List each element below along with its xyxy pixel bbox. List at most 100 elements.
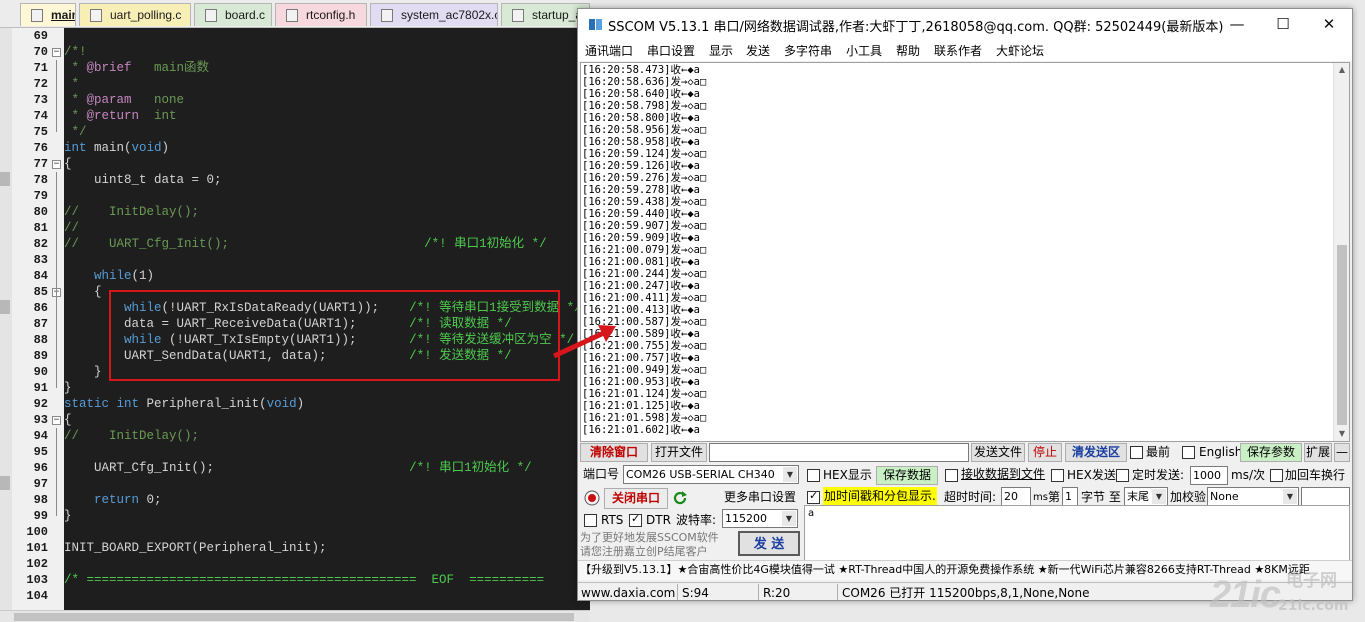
status-website[interactable]: www.daxia.com [578, 584, 678, 600]
timestamp-checkbox[interactable] [807, 489, 820, 504]
menu-tools[interactable]: 小工具 [846, 42, 882, 59]
promo-line-1[interactable]: 为了更好地发展SSCOM软件 [580, 530, 719, 545]
line-number: 90 [33, 365, 48, 379]
dtr-checkbox[interactable] [629, 512, 642, 527]
send-textarea[interactable]: a [804, 505, 1350, 561]
hex-send-label: HEX发送 [1067, 468, 1116, 482]
tab-system-ac7802x-c[interactable]: system_ac7802x.c [370, 3, 498, 26]
interval-input[interactable]: 1000 [1190, 466, 1228, 485]
send-file-button[interactable]: 发送文件 [971, 443, 1025, 462]
scrollbar-thumb[interactable] [1337, 245, 1347, 425]
rts-checkbox[interactable] [584, 514, 597, 527]
code-line: { [64, 413, 72, 427]
code-line: * [64, 77, 80, 91]
save-params-button[interactable]: 保存参数 [1240, 443, 1302, 462]
always-on-top-label: 最前 [1146, 445, 1171, 459]
log-line: [16:21:00.244]发→◇a□ [582, 268, 707, 280]
more-serial-settings-button[interactable]: 更多串口设置 [722, 488, 798, 507]
horizontal-scrollbar[interactable] [0, 610, 590, 622]
file-path-field[interactable] [709, 443, 969, 462]
menu-send[interactable]: 发送 [746, 42, 770, 59]
hex-send-checkbox[interactable] [1051, 469, 1064, 482]
line-number: 104 [26, 589, 48, 603]
byte-range-label: 字节 至 [1081, 490, 1121, 504]
chevron-down-icon: ▼ [782, 511, 796, 526]
collapse-button[interactable]: — [1334, 443, 1350, 462]
save-data-button[interactable]: 保存数据 [876, 466, 938, 485]
promo-line-2[interactable]: 请您注册嘉立创P结尾客户 [580, 544, 708, 559]
clear-window-button[interactable]: 清除窗口 [580, 443, 648, 462]
line-number: 85 [33, 285, 48, 299]
timeout-input[interactable]: 20 [1001, 487, 1031, 506]
log-line: [16:20:59.276]发→◇a□ [582, 172, 707, 184]
recv-to-file-label: 接收数据到文件 [961, 467, 1046, 481]
code-line: * @param none [64, 93, 185, 107]
line-number: 91 [33, 381, 48, 395]
byte-to-select[interactable]: 末尾 ▼ [1124, 487, 1168, 506]
checksum-select[interactable]: None ▼ [1207, 487, 1299, 506]
send-content: a [808, 508, 815, 519]
timeout-label: 超时时间: [944, 490, 997, 504]
refresh-icon[interactable] [672, 490, 688, 506]
timed-send-checkbox[interactable] [1116, 469, 1129, 482]
tab-main-c[interactable]: main.c [20, 3, 76, 26]
port-select[interactable]: COM26 USB-SERIAL CH340 ▼ [623, 465, 799, 484]
fold-toggle-icon[interactable]: − [52, 48, 61, 57]
minimize-button[interactable]: — [1214, 9, 1260, 39]
fold-toggle-icon[interactable]: − [52, 416, 61, 425]
menu-contact-author[interactable]: 联系作者 [934, 42, 982, 59]
open-file-button[interactable]: 打开文件 [651, 443, 707, 462]
crlf-label: 加回车换行 [1285, 468, 1346, 482]
crlf-checkbox[interactable] [1270, 469, 1283, 482]
log-line: [16:20:58.473]收←◆a [582, 64, 700, 76]
checksum-value-field[interactable] [1301, 487, 1350, 506]
menu-help[interactable]: 帮助 [896, 42, 920, 59]
receive-log[interactable]: [16:20:58.473]收←◆a [16:20:58.636]发→◇a□ [16… [580, 62, 1350, 442]
code-line: { [64, 285, 102, 299]
maximize-button[interactable]: ☐ [1260, 9, 1306, 39]
scroll-down-icon[interactable]: ▼ [1334, 427, 1349, 441]
tab-board-c[interactable]: board.c [194, 3, 272, 26]
line-number: 98 [33, 493, 48, 507]
menu-serial-settings[interactable]: 串口设置 [647, 42, 695, 59]
expand-button[interactable]: 扩展 [1304, 443, 1332, 462]
scroll-up-icon[interactable]: ▲ [1334, 63, 1349, 77]
line-number: 69 [33, 29, 48, 43]
byte-from-input[interactable]: 1 [1062, 487, 1078, 506]
port-status-icon [584, 490, 600, 506]
log-line: [16:20:59.438]发→◇a□ [582, 196, 707, 208]
line-number: 86 [33, 301, 48, 315]
menu-multi-string[interactable]: 多字符串 [784, 42, 832, 59]
close-port-button[interactable]: 关闭串口 [604, 488, 668, 509]
code-line: } [64, 381, 72, 395]
menu-forum[interactable]: 大虾论坛 [996, 42, 1044, 59]
english-checkbox[interactable] [1182, 446, 1195, 459]
close-button[interactable]: ✕ [1306, 9, 1352, 39]
baud-select[interactable]: 115200 ▼ [722, 509, 798, 528]
scrollbar-thumb[interactable] [14, 613, 574, 621]
vertical-scrollbar[interactable]: ▲ ▼ [1333, 63, 1349, 441]
recv-to-file-checkbox[interactable] [945, 469, 958, 482]
window-title: SSCOM V5.13.1 串口/网络数据调试器,作者:大虾丁丁,2618058… [608, 20, 1224, 35]
menu-display[interactable]: 显示 [709, 42, 733, 59]
clear-send-button[interactable]: 清发送区 [1065, 443, 1127, 462]
line-number: 82 [33, 237, 48, 251]
fold-toggle-icon[interactable]: − [52, 160, 61, 169]
stop-button[interactable]: 停止 [1028, 443, 1062, 462]
tab-rtconfig-h[interactable]: rtconfig.h [275, 3, 367, 26]
menu-comm-port[interactable]: 通讯端口 [585, 42, 633, 59]
log-line: [16:21:00.411]发→◇a□ [582, 292, 707, 304]
title-bar[interactable]: SSCOM V5.13.1 串口/网络数据调试器,作者:大虾丁丁,2618058… [578, 9, 1352, 39]
hex-display-checkbox[interactable] [807, 469, 820, 482]
log-line: [16:20:59.907]发→◇a□ [582, 220, 707, 232]
line-number: 87 [33, 317, 48, 331]
sscom-window: SSCOM V5.13.1 串口/网络数据调试器,作者:大虾丁丁,2618058… [577, 8, 1353, 601]
line-number: 101 [26, 541, 48, 555]
log-line: [16:20:58.636]发→◇a□ [582, 76, 707, 88]
log-line: [16:20:59.126]收←◆a [582, 160, 700, 172]
bookmark-margin [0, 28, 12, 622]
send-button[interactable]: 发 送 [738, 531, 800, 556]
rts-label: RTS [601, 513, 624, 527]
tab-uart-polling-c[interactable]: uart_polling.c [79, 3, 191, 26]
always-on-top-checkbox[interactable] [1130, 446, 1143, 459]
